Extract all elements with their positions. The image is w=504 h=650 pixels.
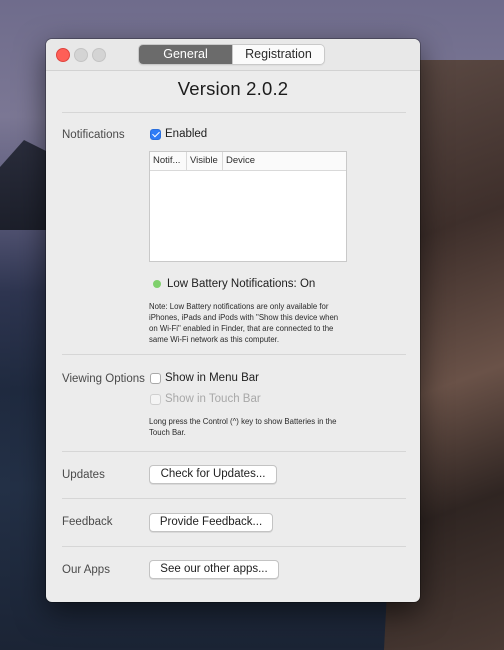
close-window-icon[interactable] — [56, 48, 70, 62]
viewing-options-label: Viewing Options — [62, 373, 145, 385]
our-apps-label: Our Apps — [62, 564, 110, 576]
note-line: iPhones, iPads and iPods with "Show this… — [149, 313, 339, 322]
show-in-menu-bar-checkbox[interactable] — [150, 373, 161, 384]
divider — [62, 354, 406, 355]
zoom-window-icon[interactable] — [92, 48, 106, 62]
column-header-device[interactable]: Device — [222, 152, 346, 170]
divider — [62, 498, 406, 499]
notifications-label: Notifications — [62, 129, 125, 141]
notifications-enabled-checkbox[interactable] — [150, 129, 161, 140]
show-in-touch-bar-label[interactable]: Show in Touch Bar — [165, 393, 261, 405]
status-indicator-icon — [153, 280, 161, 288]
provide-feedback-button[interactable]: Provide Feedback... — [149, 513, 273, 532]
devices-table[interactable]: Notif... Visible Device — [149, 151, 347, 262]
divider — [62, 112, 406, 113]
note-line: Note: Low Battery notifications are only… — [149, 302, 329, 311]
devices-table-header: Notif... Visible Device — [150, 152, 346, 171]
divider — [62, 546, 406, 547]
settings-window: General Registration Version 2.0.2 Notif… — [46, 39, 420, 602]
title-bar[interactable]: General Registration — [46, 39, 420, 71]
tab-general[interactable]: General — [139, 45, 232, 64]
tab-registration[interactable]: Registration — [232, 45, 324, 64]
note-line: Touch Bar. — [149, 428, 186, 437]
tab-switcher: General Registration — [138, 44, 325, 65]
note-line: on Wi-Fi" enabled in Finder, that are co… — [149, 324, 334, 333]
column-header-notif[interactable]: Notif... — [150, 152, 186, 170]
divider — [62, 451, 406, 452]
notifications-enabled-label[interactable]: Enabled — [165, 128, 207, 140]
updates-label: Updates — [62, 469, 105, 481]
notifications-note: Note: Low Battery notifications are only… — [149, 301, 338, 345]
feedback-label: Feedback — [62, 516, 113, 528]
touch-bar-note: Long press the Control (^) key to show B… — [149, 416, 336, 438]
low-battery-status: Low Battery Notifications: On — [167, 278, 316, 290]
note-line: same Wi-Fi network as this computer. — [149, 335, 279, 344]
column-header-visible[interactable]: Visible — [186, 152, 222, 170]
note-line: Long press the Control (^) key to show B… — [149, 417, 337, 426]
minimize-window-icon[interactable] — [74, 48, 88, 62]
show-in-touch-bar-checkbox[interactable] — [150, 394, 161, 405]
check-for-updates-button[interactable]: Check for Updates... — [149, 465, 277, 484]
version-title: Version 2.0.2 — [177, 78, 289, 99]
see-other-apps-button[interactable]: See our other apps... — [149, 560, 279, 579]
show-in-menu-bar-label[interactable]: Show in Menu Bar — [165, 372, 259, 384]
